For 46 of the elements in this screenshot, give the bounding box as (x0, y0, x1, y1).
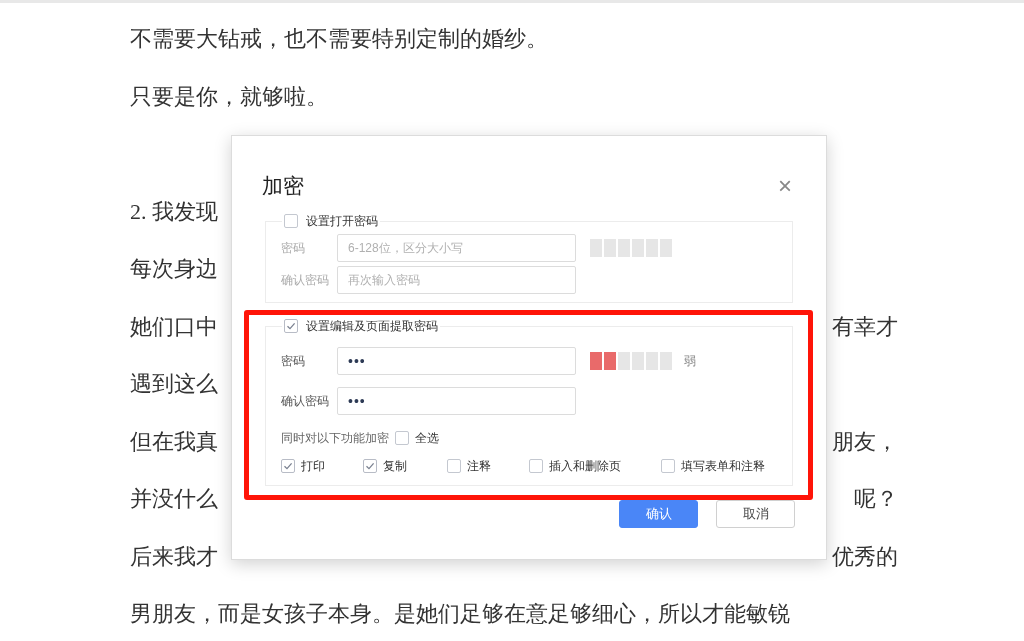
text-line: 但在我真 (130, 427, 218, 456)
check-icon (365, 461, 375, 471)
checkbox[interactable] (395, 431, 409, 445)
password-field[interactable]: ••• (337, 387, 576, 415)
text-line: 朋友， (832, 427, 898, 456)
checkbox-label: 填写表单和注释 (681, 458, 765, 475)
dialog-title: 加密 (262, 173, 304, 200)
checkbox[interactable] (281, 459, 295, 473)
text-line: 不需要大钻戒，也不需要特别定制的婚纱。 (130, 25, 548, 54)
text-line: 每次身边 (130, 255, 218, 284)
checkbox-label: 全选 (415, 430, 439, 447)
password-field[interactable]: 再次输入密码 (337, 266, 576, 294)
close-button[interactable]: × (778, 174, 792, 198)
options-label: 同时对以下功能加密 (281, 430, 389, 447)
checkbox[interactable] (661, 459, 675, 473)
checkbox[interactable] (284, 214, 298, 228)
checkbox[interactable] (529, 459, 543, 473)
password-field[interactable]: ••• (337, 347, 576, 375)
field-label: 确认密码 (281, 272, 330, 289)
checkbox-label: 插入和删除页 (549, 458, 621, 475)
checkbox[interactable] (447, 459, 461, 473)
text-line: 她们口中 (130, 312, 218, 341)
field-label: 密码 (281, 240, 306, 257)
strength-label: 弱 (684, 353, 696, 370)
checkbox-label: 设置编辑及页面提取密码 (306, 318, 438, 335)
checkbox-label: 注释 (467, 458, 491, 475)
checkbox[interactable] (363, 459, 377, 473)
checkbox[interactable] (284, 319, 298, 333)
checkbox-label: 设置打开密码 (306, 213, 378, 230)
text-line: 后来我才 (130, 542, 218, 571)
checkbox-label: 打印 (301, 458, 325, 475)
field-label: 密码 (281, 353, 306, 370)
text-line: 呢？ (854, 485, 898, 514)
cancel-button[interactable]: 取消 (716, 500, 795, 528)
check-icon (286, 321, 296, 331)
password-field[interactable]: 6-128位，区分大小写 (337, 234, 576, 262)
text-line: 并没什么 (130, 485, 218, 514)
text-line: 有幸才 (832, 312, 898, 341)
text-line: 只要是你，就够啦。 (130, 82, 328, 111)
check-icon (283, 461, 293, 471)
text-line: 优秀的 (832, 542, 898, 571)
text-line: 男朋友，而是女孩子本身。是她们足够在意足够细心，所以才能敏锐 (130, 600, 790, 629)
field-label: 确认密码 (281, 393, 330, 410)
checkbox-label: 复制 (383, 458, 407, 475)
text-line: 遇到这么 (130, 370, 218, 399)
text-line: 2. 我发现 (130, 197, 218, 226)
